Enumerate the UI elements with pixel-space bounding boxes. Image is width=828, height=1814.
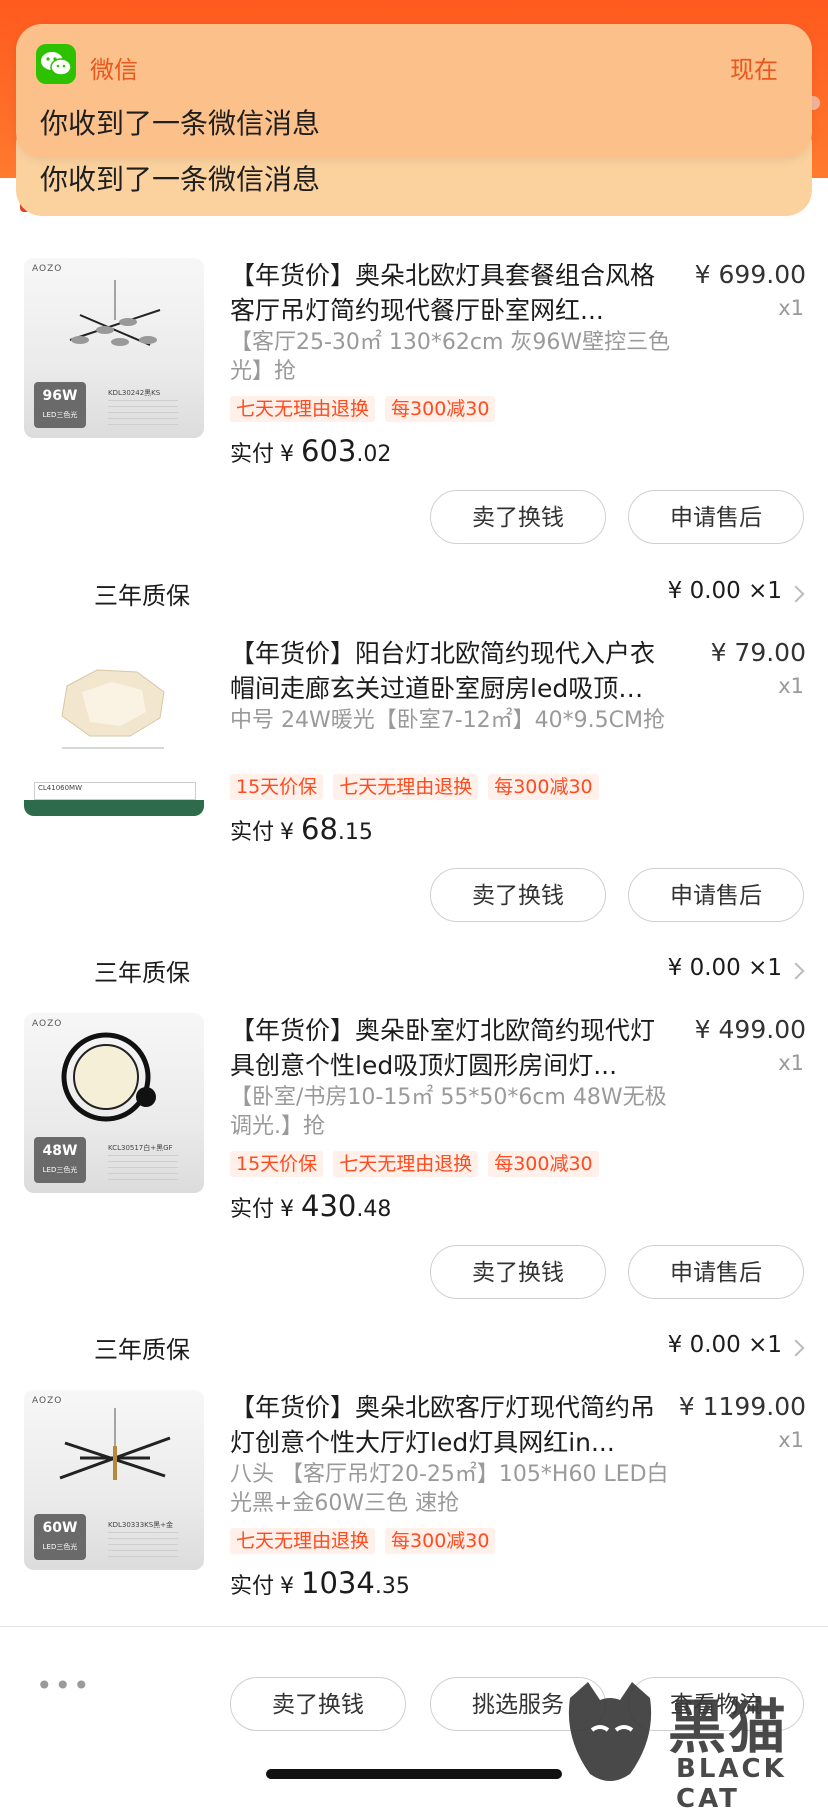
promo-tag: 15天价保 [230, 774, 324, 800]
wattage-badge: 60W LED三色光 [34, 1514, 86, 1560]
product-sku: KCL30517白+黑GF [108, 1144, 173, 1152]
after-sales-button[interactable]: 申请售后 [628, 868, 804, 922]
product-quantity: x1 [778, 1428, 804, 1452]
product-quantity: x1 [778, 1051, 804, 1075]
order-item[interactable]: CL41060MW 【年货价】阳台灯北欧简约现代入户衣帽间走廊玄关过道卧室厨房l… [0, 636, 828, 966]
product-quantity: x1 [778, 674, 804, 698]
chevron-right-icon [787, 1339, 805, 1357]
notification-banner[interactable]: 微信 现在 你收到了一条微信消息 [16, 24, 812, 158]
cat-logo-icon [568, 1682, 652, 1781]
product-brand-text: AOZO [32, 1396, 63, 1406]
warranty-price: ¥ 0.00 ×1 [667, 955, 782, 981]
warranty-label: 三年质保 [94, 959, 190, 987]
notification-message: 你收到了一条微信消息 [40, 163, 321, 196]
notification-app-name: 微信 [90, 56, 138, 84]
promo-tag: 每300减30 [385, 1528, 496, 1554]
warranty-label: 三年质保 [94, 1336, 190, 1364]
product-quantity: x1 [778, 296, 804, 320]
promo-tag: 七天无理由退换 [333, 1151, 479, 1177]
product-spec: 【客厅25-30㎡ 130*62cm 灰96W壁控三色光】抢 [230, 330, 671, 384]
wechat-icon [36, 44, 76, 84]
after-sales-button[interactable]: 申请售后 [628, 490, 804, 544]
product-spec: 【卧室/书房10-15㎡ 55*50*6cm 48W无极调光.】抢 [230, 1085, 667, 1139]
product-sku: KDL30333KS黑+金 [108, 1521, 174, 1529]
promo-tags: 15天价保 七天无理由退换 每300减30 [230, 1151, 599, 1177]
warranty-price: ¥ 0.00 ×1 [667, 578, 782, 604]
after-sales-button[interactable]: 申请售后 [628, 1245, 804, 1299]
promo-tag: 每300减30 [488, 1151, 599, 1177]
product-sku: CL41060MW [38, 784, 83, 792]
product-image[interactable]: CL41060MW [24, 636, 204, 816]
product-title[interactable]: 【年货价】奥朵卧室灯北欧简约现代灯具创意个性led吸顶灯圆形房间灯... [230, 1013, 660, 1083]
product-image[interactable]: AOZO 96W LED三色光 KDL30242黑KS [24, 258, 204, 438]
product-price: ¥ 499.00 [694, 1015, 806, 1044]
ceiling-light-illustration [61, 669, 165, 749]
warranty-label: 三年质保 [94, 582, 190, 610]
paid-amount: 实付 ¥ 603.02 [230, 434, 392, 468]
paid-amount: 实付 ¥ 68.15 [230, 812, 373, 846]
promo-tags: 七天无理由退换 每300减30 [230, 396, 496, 422]
product-price: ¥ 1199.00 [678, 1392, 806, 1421]
warranty-row[interactable]: 三年质保 ¥ 0.00 ×1 [0, 576, 828, 616]
product-title[interactable]: 【年货价】奥朵北欧客厅灯现代简约吊灯创意个性大厅灯led灯具网红in... [230, 1390, 660, 1460]
chevron-right-icon [787, 962, 805, 980]
product-title[interactable]: 【年货价】奥朵北欧灯具套餐组合风格客厅吊灯简约现代餐厅卧室网红... [230, 258, 660, 328]
promo-tag: 15天价保 [230, 1151, 324, 1177]
sell-for-cash-button[interactable]: 卖了换钱 [430, 490, 606, 544]
promo-tag: 每300减30 [385, 396, 496, 422]
product-spec: 中号 24W暖光【卧室7-12㎡】40*9.5CM抢 [230, 708, 665, 733]
wattage-badge: 96W LED三色光 [34, 382, 86, 428]
promo-tag: 七天无理由退换 [333, 774, 479, 800]
blackcat-watermark: 黑猫 BLACK CAT [556, 1678, 828, 1814]
paid-amount: 实付 ¥ 430.48 [230, 1189, 392, 1223]
product-image[interactable]: AOZO 60W LED三色光 KDL30333KS黑+金 [24, 1390, 204, 1570]
warranty-row[interactable]: 三年质保 ¥ 0.00 ×1 [0, 953, 828, 993]
chandelier-illustration [69, 280, 161, 346]
paid-amount: 实付 ¥ 1034.35 [230, 1566, 410, 1600]
order-item[interactable]: AOZO 48W LED三色光 KCL30517白+黑GF 【年货价】奥朵卧室灯… [0, 1013, 828, 1343]
notification-time: 现在 [730, 56, 778, 84]
promo-tags: 15天价保 七天无理由退换 每300减30 [230, 774, 599, 800]
sell-for-cash-button[interactable]: 卖了换钱 [230, 1677, 406, 1731]
round-light-illustration [61, 1032, 156, 1122]
product-brand-text: AOZO [32, 264, 63, 274]
product-spec: 八头 【客厅吊灯20-25㎡】105*H60 LED白光黑+金60W三色 速抢 [230, 1462, 669, 1516]
warranty-row[interactable]: 三年质保 ¥ 0.00 ×1 [0, 1330, 828, 1370]
watermark-text-cn: 黑猫 [668, 1693, 789, 1761]
promo-tag: 七天无理由退换 [230, 396, 376, 422]
wattage-badge: 48W LED三色光 [34, 1137, 86, 1183]
chandelier-illustration [59, 1408, 171, 1480]
order-item[interactable]: AOZO 96W LED三色光 KDL30242黑KS 【年货价】奥朵北欧灯具套… [0, 258, 828, 588]
chevron-right-icon [787, 585, 805, 603]
more-options-icon[interactable]: ••• [36, 1669, 92, 1702]
home-indicator[interactable] [266, 1769, 562, 1779]
notification-message: 你收到了一条微信消息 [40, 107, 321, 140]
watermark-text-en: BLACK CAT [676, 1754, 787, 1814]
sell-for-cash-button[interactable]: 卖了换钱 [430, 868, 606, 922]
product-price: ¥ 699.00 [694, 260, 806, 289]
promo-tag: 每300减30 [488, 774, 599, 800]
product-image[interactable]: AOZO 48W LED三色光 KCL30517白+黑GF [24, 1013, 204, 1193]
promo-tags: 七天无理由退换 每300减30 [230, 1528, 496, 1554]
product-sku: KDL30242黑KS [108, 389, 161, 397]
product-price: ¥ 79.00 [710, 638, 806, 667]
warranty-price: ¥ 0.00 ×1 [667, 1332, 782, 1358]
product-title[interactable]: 【年货价】阳台灯北欧简约现代入户衣帽间走廊玄关过道卧室厨房led吸顶灯具 [230, 636, 660, 706]
promo-tag: 七天无理由退换 [230, 1528, 376, 1554]
sell-for-cash-button[interactable]: 卖了换钱 [430, 1245, 606, 1299]
